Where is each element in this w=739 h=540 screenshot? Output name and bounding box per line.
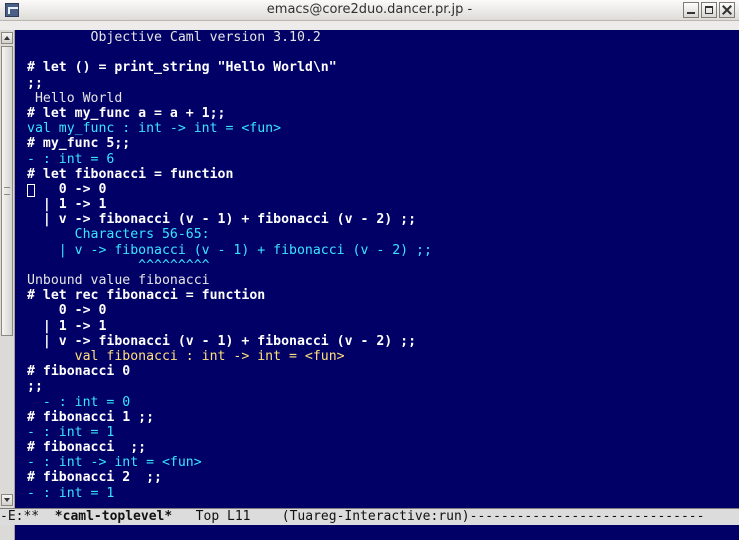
buffer-line[interactable]: Characters 56-65:	[27, 227, 739, 242]
modeline-status: -E:**	[0, 509, 47, 524]
prompt-marker: #	[27, 105, 43, 121]
line-text: | 1 -> 1	[27, 318, 107, 334]
line-text: - : int = 0	[27, 394, 131, 410]
line-text: | 1 -> 1	[27, 197, 107, 213]
mode-line[interactable]: -E:** *caml-toplevel* Top L11 (Tuareg-In…	[0, 508, 739, 526]
buffer-line[interactable]: # let my_func a = a + 1;;	[27, 106, 739, 121]
line-text: Characters 56-65:	[27, 227, 210, 243]
line-text: Objective Caml version 3.10.2	[27, 30, 321, 45]
buffer-line[interactable]: | 1 -> 1	[27, 197, 739, 212]
line-text: ^^^^^^^^^	[27, 257, 210, 273]
buffer-line[interactable]: Objective Caml version 3.10.2	[27, 30, 739, 45]
line-text: 0 -> 0	[27, 303, 107, 319]
prompt-marker: #	[27, 440, 43, 456]
buffer-line[interactable]: # let () = print_string "Hello World\n"	[27, 60, 739, 75]
line-text: let fibonacci = function	[42, 166, 234, 182]
scrollbar-thumb[interactable]	[1, 46, 13, 336]
buffer-line[interactable]: - : int = 0	[27, 395, 739, 410]
buffer-line[interactable]: # fibonacci 1 ;;	[27, 410, 739, 425]
line-text: 0 -> 0	[27, 181, 107, 197]
modeline-buffer-name: *caml-toplevel*	[46, 509, 173, 524]
buffer-line[interactable]: - : int -> int = <fun>	[27, 455, 739, 470]
text-cursor	[27, 184, 35, 197]
minimize-button[interactable]	[683, 2, 699, 18]
buffer-line[interactable]: - : int = 1	[27, 425, 739, 440]
line-text: my_func 5;;	[42, 136, 131, 152]
buffer-line[interactable]: ;;	[27, 76, 739, 91]
prompt-marker: #	[27, 166, 43, 182]
minibuffer-fringe	[0, 525, 15, 540]
buffer-line[interactable]: | 1 -> 1	[27, 319, 739, 334]
line-text: | v -> fibonacci (v - 1) + fibonacci (v …	[27, 212, 417, 228]
buffer-line[interactable]: - : int = 1	[27, 486, 739, 501]
prompt-marker: #	[27, 288, 43, 304]
line-text: fibonacci 1 ;;	[42, 409, 155, 425]
prompt-marker: #	[27, 136, 43, 152]
buffer-line[interactable]: # fibonacci 0	[27, 364, 739, 379]
line-text: - : int = 6	[27, 151, 115, 167]
buffer-line[interactable]: Unbound value fibonacci	[27, 273, 739, 288]
emacs-window: emacs@core2duo.dancer.pr.jp - Objective …	[0, 0, 739, 540]
line-text: val fibonacci : int -> int = <fun>	[27, 348, 345, 364]
prompt-marker: #	[27, 60, 43, 76]
minibuffer[interactable]	[0, 525, 739, 540]
window-title: emacs@core2duo.dancer.pr.jp -	[266, 2, 473, 17]
buffer-text[interactable]: Objective Caml version 3.10.2 # let () = …	[27, 30, 739, 501]
grip-icon	[4, 187, 10, 195]
buffer-line[interactable]: # my_func 5;;	[27, 136, 739, 151]
buffer-line[interactable]: 0 -> 0	[27, 303, 739, 318]
modeline-mode: (Tuareg-Interactive:run)	[281, 509, 470, 524]
buffer-line[interactable]: # let rec fibonacci = function	[27, 288, 739, 303]
line-text: fibonacci 2 ;;	[42, 470, 162, 486]
line-text: Unbound value fibonacci	[27, 273, 210, 288]
title-bar[interactable]: emacs@core2duo.dancer.pr.jp -	[0, 0, 739, 21]
buffer-line[interactable]: ^^^^^^^^^	[27, 258, 739, 273]
buffer-line[interactable]: | v -> fibonacci (v - 1) + fibonacci (v …	[27, 212, 739, 227]
line-text: | v -> fibonacci (v - 1) + fibonacci (v …	[27, 242, 432, 258]
buffer-line[interactable]: ;;	[27, 379, 739, 394]
scroll-down-icon[interactable]	[1, 494, 13, 506]
line-text: let rec fibonacci = function	[42, 288, 266, 304]
buffer-line[interactable]: val my_func : int -> int = <fun>	[27, 121, 739, 136]
prompt-marker: #	[27, 364, 43, 380]
line-text: - : int = 1	[27, 485, 115, 501]
buffer-line[interactable]	[27, 45, 739, 60]
buffer-line[interactable]: 0 -> 0	[27, 182, 739, 197]
buffer-line[interactable]: # fibonacci 2 ;;	[27, 470, 739, 485]
buffer-line[interactable]: | v -> fibonacci (v - 1) + fibonacci (v …	[27, 334, 739, 349]
prompt-marker: #	[27, 409, 43, 425]
line-text: ;;	[27, 379, 43, 395]
window-controls	[683, 2, 735, 18]
buffer-line[interactable]: # fibonacci ;;	[27, 440, 739, 455]
line-text: let () = print_string "Hello World\n"	[42, 60, 337, 76]
modeline-position: Top L11	[172, 509, 282, 524]
line-text: let my_func a = a + 1;;	[42, 105, 226, 121]
modeline-filler: ------------------------------	[469, 509, 705, 524]
fringe	[15, 30, 23, 508]
line-text: val my_func : int -> int = <fun>	[27, 121, 282, 137]
line-text: ;;	[27, 75, 43, 91]
buffer-line[interactable]: Hello World	[27, 91, 739, 106]
buffer-line[interactable]: - : int = 6	[27, 152, 739, 167]
buffer-line[interactable]: # let fibonacci = function	[27, 167, 739, 182]
line-text: Hello World	[27, 90, 123, 106]
line-text: | v -> fibonacci (v - 1) + fibonacci (v …	[27, 333, 417, 349]
prompt-marker: #	[27, 470, 43, 486]
line-text: - : int -> int = <fun>	[27, 455, 202, 471]
buffer-line[interactable]: val fibonacci : int -> int = <fun>	[27, 349, 739, 364]
maximize-button[interactable]	[701, 2, 717, 18]
buffer-line[interactable]: | v -> fibonacci (v - 1) + fibonacci (v …	[27, 243, 739, 258]
line-text: fibonacci ;;	[42, 440, 147, 456]
line-text: - : int = 1	[27, 424, 115, 440]
line-text: fibonacci 0	[42, 364, 131, 380]
scroll-up-icon[interactable]	[1, 32, 13, 44]
close-button[interactable]	[719, 2, 735, 18]
vertical-scrollbar[interactable]	[0, 30, 15, 508]
